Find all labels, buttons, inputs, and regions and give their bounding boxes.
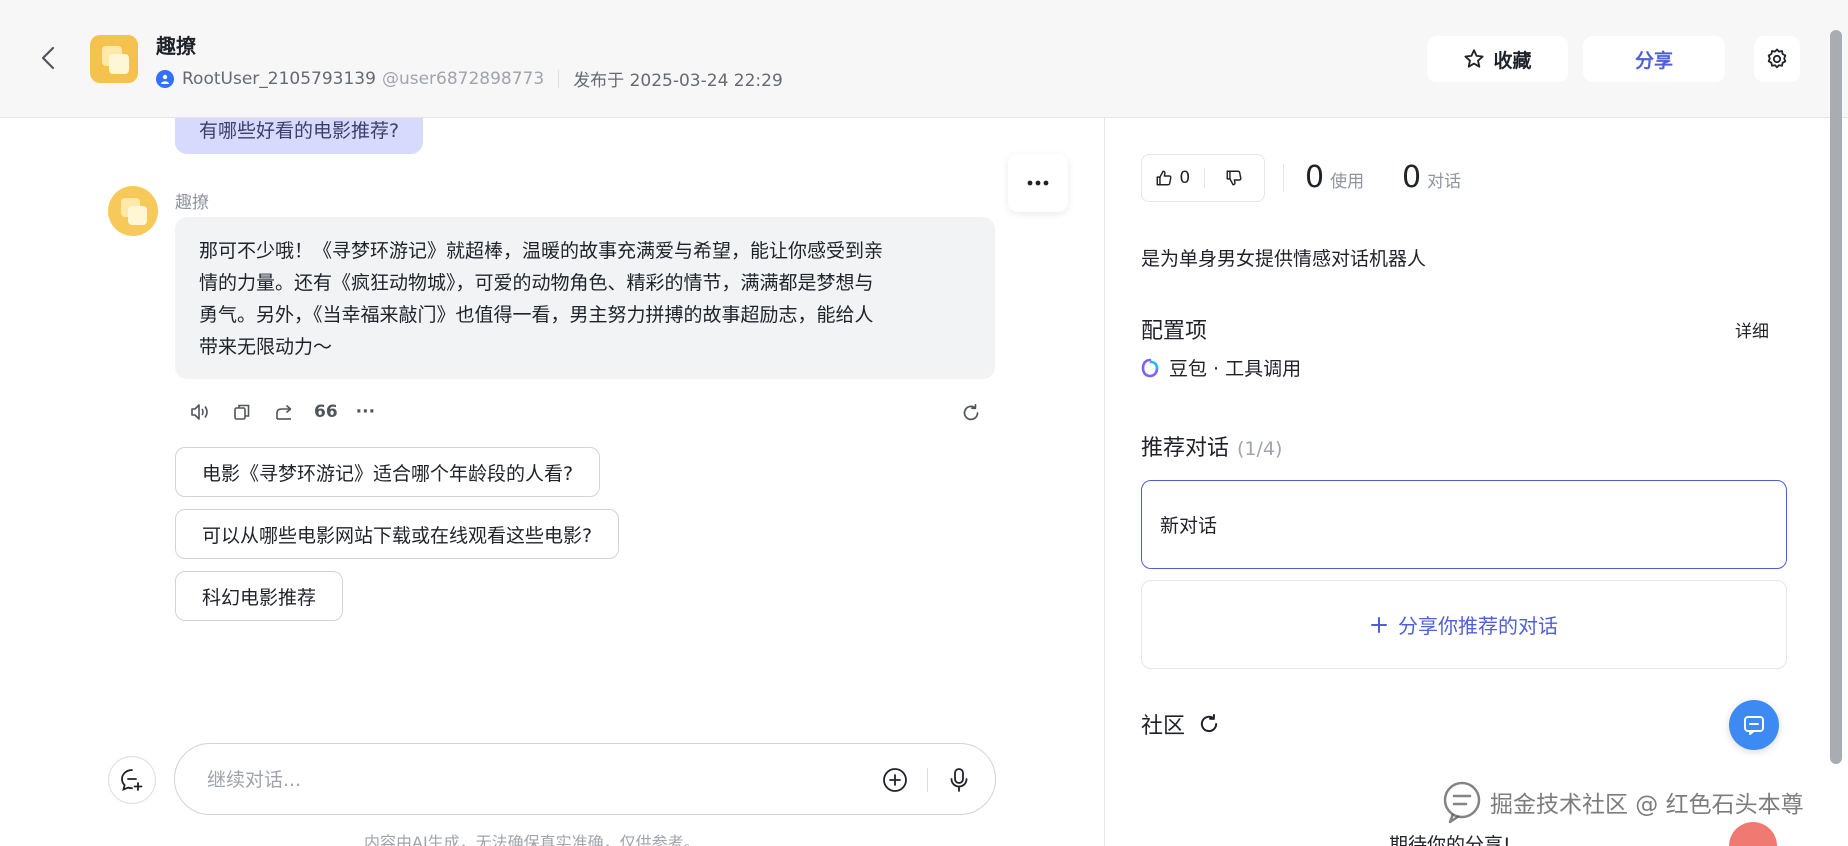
publish-date: 发布于 2025-03-24 22:29: [573, 71, 783, 91]
usage-label: 使用: [1330, 172, 1365, 192]
community-refresh-button[interactable]: [1197, 712, 1221, 736]
author-handle: @user6872898773: [381, 68, 545, 89]
share-recommend-label: 分享你推荐的对话: [1398, 614, 1558, 638]
share-recommend-button[interactable]: 分享你推荐的对话: [1141, 580, 1787, 669]
dialog-count: 0: [1402, 160, 1422, 195]
config-title: 配置项: [1141, 319, 1208, 344]
chat-area: 有哪些好看的电影推荐? 趣撩 那可不少哦！《寻梦环游记》就超棒，温暖的故事充满爱…: [0, 118, 1104, 846]
ai-disclaimer: 内容由AI生成，无法确保真实准确，仅供参考。: [364, 833, 700, 846]
thumbs-up-icon: [1156, 170, 1172, 186]
chat-input[interactable]: [207, 762, 847, 798]
model-info: 豆包 · 工具调用: [1141, 354, 1301, 381]
user-message: 有哪些好看的电影推荐?: [175, 118, 424, 154]
message-icon: [1744, 716, 1764, 735]
copy-button[interactable]: [230, 400, 254, 424]
author-meta: RootUser_2105793139 @user6872898773 发布于 …: [156, 66, 783, 91]
gear-icon: [1767, 48, 1787, 69]
share-button[interactable]: 分享: [1583, 36, 1725, 82]
bot-avatar: [90, 35, 138, 83]
bot-name: 趣撩: [156, 34, 196, 58]
plus-icon: [1371, 616, 1387, 633]
voice-input-button[interactable]: [945, 766, 973, 794]
reply-sender-name: 趣撩: [175, 193, 209, 213]
header: 趣撩 RootUser_2105793139 @user6872898773 发…: [0, 0, 1848, 118]
plus-circle-icon: [883, 768, 907, 792]
community-title: 社区: [1141, 714, 1186, 739]
attach-button[interactable]: [881, 766, 909, 794]
model-name: 豆包 · 工具调用: [1169, 358, 1302, 380]
reply-line: 带来无限动力～: [199, 336, 333, 358]
config-detail-link[interactable]: 详细: [1735, 317, 1769, 342]
read-aloud-button[interactable]: [188, 400, 212, 424]
suggestion-chip[interactable]: 可以从哪些电影网站下载或在线观看这些电影?: [175, 509, 620, 559]
dialog-label: 对话: [1427, 172, 1462, 192]
bot-description: 是为单身男女提供情感对话机器人: [1141, 248, 1427, 270]
chevron-left-icon: [41, 46, 55, 70]
watermark: 掘金技术社区 @ 红色石头本尊: [1440, 780, 1804, 824]
dislike-button[interactable]: [1204, 155, 1264, 201]
new-chat-button[interactable]: [108, 756, 156, 804]
dialog-stat: 0 对话: [1402, 160, 1461, 195]
bot-reply-avatar: [108, 186, 158, 236]
more-horizontal-icon: [1027, 180, 1049, 186]
speaker-icon: [191, 404, 208, 420]
stat-divider: [1283, 164, 1284, 192]
star-icon: [1464, 49, 1485, 68]
new-dialog-card[interactable]: 新对话: [1141, 480, 1787, 569]
chat-plus-icon: [121, 769, 143, 791]
community-empty-text: 期待你的分享!: [1389, 834, 1511, 846]
refresh-icon: [1200, 713, 1218, 733]
microphone-icon: [950, 768, 968, 792]
scrollbar[interactable]: [1830, 30, 1842, 764]
usage-count: 0: [1305, 160, 1325, 195]
like-button[interactable]: 0: [1142, 155, 1204, 201]
input-divider: [927, 768, 928, 792]
recommend-title-text: 推荐对话: [1141, 436, 1230, 461]
meta-divider: [558, 69, 560, 88]
forward-button[interactable]: [272, 400, 296, 424]
author-username[interactable]: RootUser_2105793139: [182, 69, 376, 89]
recommend-count: (1/4): [1237, 438, 1283, 460]
favorite-button[interactable]: 收藏: [1427, 36, 1568, 82]
reply-line: 那可不少哦！《寻梦环游记》就超棒，温暖的故事充满爱与希望，能让你感受到亲: [199, 240, 884, 262]
recommend-title: 推荐对话 (1/4): [1141, 430, 1282, 462]
doubao-logo-icon: [1141, 358, 1159, 377]
reply-line: 勇气。另外，《当幸福来敲门》也值得一看，男主努力拼搏的故事超励志，能给人: [199, 304, 874, 326]
favorite-label: 收藏: [1493, 49, 1532, 72]
more-options-button[interactable]: [1008, 154, 1068, 212]
chat-bubble-icon: [1443, 781, 1481, 824]
settings-button[interactable]: [1754, 36, 1800, 82]
copy-icon: [234, 404, 250, 420]
community-section: 社区: [1141, 708, 1221, 740]
regenerate-button[interactable]: [958, 400, 984, 426]
thumbs-down-icon: [1226, 170, 1242, 186]
quote-button[interactable]: 66: [314, 400, 338, 424]
feedback-button[interactable]: [1729, 700, 1779, 750]
bot-reply-message: 那可不少哦！《寻梦环游记》就超棒，温暖的故事充满爱与希望，能让你感受到亲 情的力…: [175, 217, 995, 379]
usage-stat: 0 使用: [1305, 160, 1364, 195]
vote-box: 0: [1141, 154, 1265, 202]
chat-input-box: [174, 743, 996, 815]
refresh-icon: [963, 403, 979, 421]
user-icon: [156, 69, 174, 88]
bot-info-panel: 0 0 使用 0 对话 是为单身男女提供情感对话机器人 配置项 详细 豆包 · …: [1105, 118, 1825, 846]
message-actions: 66 ···: [188, 400, 375, 424]
more-actions-button[interactable]: ···: [356, 400, 375, 424]
suggestion-chip[interactable]: 电影《寻梦环游记》适合哪个年龄段的人看?: [175, 447, 601, 497]
watermark-text: 掘金技术社区 @ 红色石头本尊: [1490, 792, 1804, 818]
share-arrow-icon: [276, 404, 292, 420]
back-button[interactable]: [34, 44, 62, 72]
reply-line: 情的力量。还有《疯狂动物城》，可爱的动物角色、精彩的情节，满满都是梦想与: [199, 272, 874, 294]
like-count: 0: [1179, 168, 1191, 188]
share-label: 分享: [1634, 49, 1673, 72]
suggestion-chip[interactable]: 科幻电影推荐: [175, 571, 344, 621]
